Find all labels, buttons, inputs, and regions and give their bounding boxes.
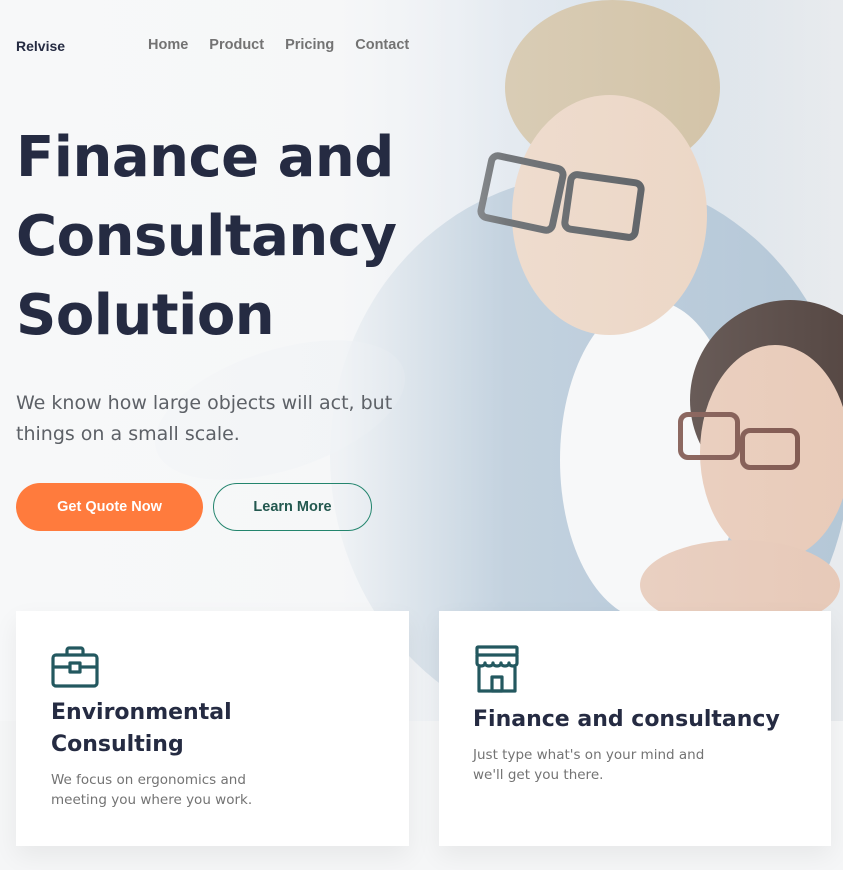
learn-more-button[interactable]: Learn More [213,483,372,531]
card-title: Finance and consultancy [473,707,780,732]
briefcase-icon [51,646,99,692]
hero-title-line: Solution [16,283,275,348]
nav-item-product[interactable]: Product [209,37,264,53]
get-quote-button[interactable]: Get Quote Now [16,483,203,531]
nav-menu: Home Product Pricing Contact [148,37,409,53]
service-card-finance[interactable]: Finance and consultancy Just type what's… [439,611,831,846]
top-navigation: Relvise Home Product Pricing Contact [0,0,843,95]
card-title: Environmental Consulting [51,700,232,757]
brand-logo[interactable]: Relvise [16,38,65,54]
hero-title-line: Consultancy [16,204,397,269]
nav-item-contact[interactable]: Contact [355,37,409,53]
nav-item-home[interactable]: Home [148,37,188,53]
nav-item-pricing[interactable]: Pricing [285,37,334,53]
hero-title: Finance and Consultancy Solution [16,118,436,355]
hero-title-line: Finance and [16,125,394,190]
card-description: Just type what's on your mind and we'll … [473,747,705,783]
card-description: We focus on ergonomics and meeting you w… [51,772,253,808]
service-card-environmental[interactable]: Environmental Consulting We focus on erg… [16,611,409,846]
hero-subtitle: We know how large objects will act, but … [16,392,393,445]
store-icon [473,645,521,697]
